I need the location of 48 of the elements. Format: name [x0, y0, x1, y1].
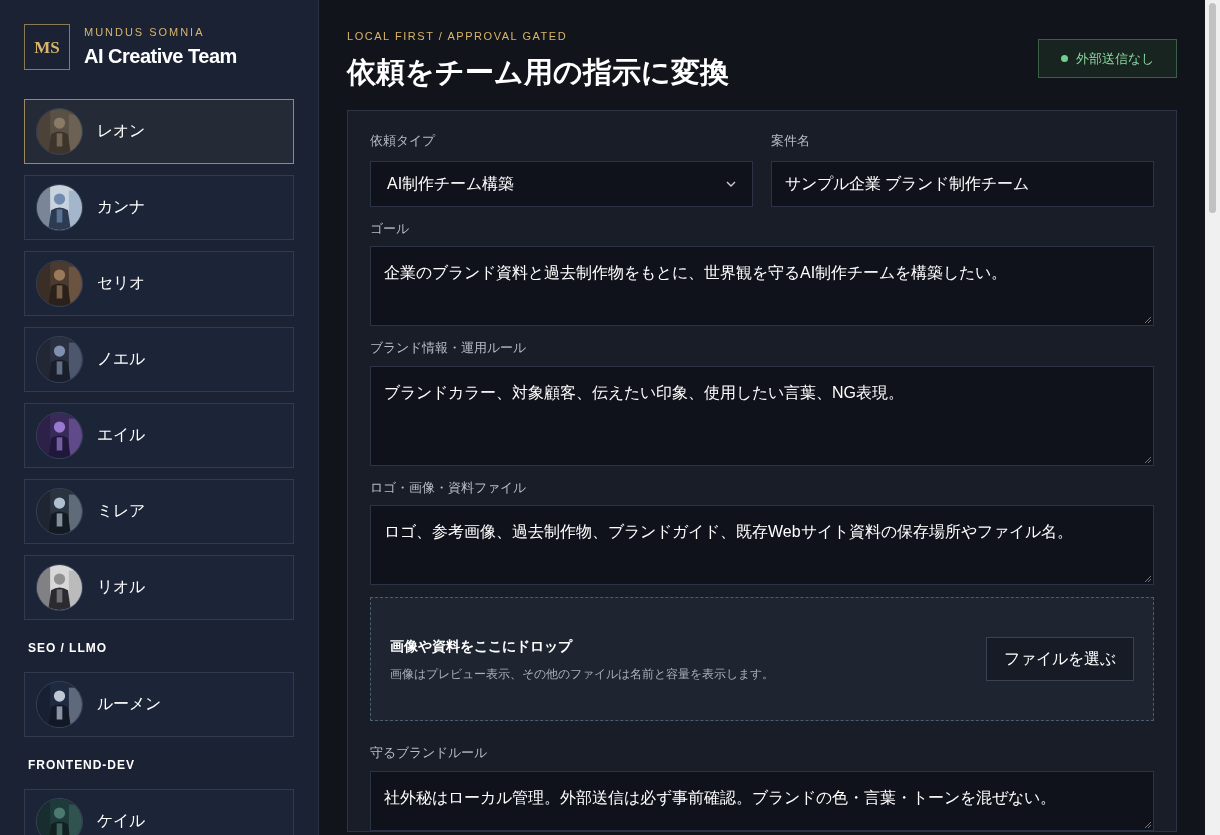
text-area[interactable]: 社外秘はローカル管理。外部送信は必ず事前確認。ブランドの色・言葉・トーンを混ぜない。: [370, 770, 1154, 831]
chevron-down-icon: [726, 180, 736, 187]
group-heading: SEO / LLMO: [27, 639, 108, 657]
member-item[interactable]: ルーメン: [24, 671, 294, 737]
resize-handle-icon[interactable]: [1144, 316, 1152, 324]
group-heading: FRONTEND-DEV: [27, 756, 136, 774]
member-item[interactable]: ノエル: [24, 326, 294, 392]
drop-hint: 画像はプレビュー表示、その他のファイルは名前と容量を表示します。: [390, 665, 774, 683]
text-area[interactable]: 企業のブランド資料と過去制作物をもとに、世界観を守るAI制作チームを構築したい。: [370, 246, 1154, 326]
page-eyebrow: LOCAL FIRST / APPROVAL GATED: [347, 29, 569, 44]
field-label: ロゴ・画像・資料ファイル: [370, 478, 527, 497]
member-item[interactable]: セリオ: [24, 250, 294, 316]
field-label: 守るブランドルール: [370, 744, 488, 762]
member-item[interactable]: カンナ: [24, 174, 294, 240]
brand-eyebrow: MUNDUS SOMNIA: [84, 25, 206, 40]
field-label: ゴール: [370, 219, 410, 238]
scrollbar[interactable]: [1205, 0, 1220, 835]
member-name: カンナ: [97, 197, 145, 217]
field-label: ブランド情報・運用ルール: [370, 339, 527, 357]
member-name: ミレア: [97, 501, 145, 521]
input-field[interactable]: サンプル企業 ブランド制作チーム: [771, 160, 1154, 207]
resize-handle-icon[interactable]: [1144, 820, 1152, 829]
request-type-select[interactable]: AI制作チーム構築: [370, 160, 753, 207]
field-label: 依頼タイプ: [370, 132, 437, 150]
text-area[interactable]: ブランドカラー、対象顧客、伝えたい印象、使用したい言葉、NG表現。: [370, 365, 1154, 466]
drop-title: 画像や資料をここにドロップ: [390, 636, 574, 656]
brand-title: AI Creative Team: [84, 43, 237, 69]
member-name: ケイル: [97, 811, 145, 831]
member-name: レオン: [97, 121, 145, 141]
page-title: 依頼をチーム用の指示に変換: [347, 54, 729, 90]
member-item[interactable]: レオン: [24, 98, 294, 164]
logo: MS: [24, 24, 70, 71]
member-name: リオル: [97, 577, 145, 597]
status-badge: 外部送信なし: [1038, 39, 1177, 78]
member-name: ノエル: [97, 349, 145, 369]
drop-zone[interactable]: 画像や資料をここにドロップ 画像はプレビュー表示、その他のファイルは名前と容量を表示します。 ファイルを選ぶ: [370, 597, 1154, 721]
resize-handle-icon[interactable]: [1144, 575, 1152, 583]
member-name: エイル: [97, 425, 145, 445]
member-item[interactable]: ミレア: [24, 478, 294, 544]
member-item[interactable]: ケイル: [24, 788, 294, 835]
choose-file-button[interactable]: ファイルを選ぶ: [986, 637, 1134, 681]
member-name: セリオ: [97, 273, 145, 293]
field-label: 案件名: [771, 132, 811, 150]
resize-handle-icon[interactable]: [1144, 455, 1152, 464]
member-item[interactable]: リオル: [24, 554, 294, 620]
text-area[interactable]: ロゴ、参考画像、過去制作物、ブランドガイド、既存Webサイト資料の保存場所やファイル名。: [370, 505, 1154, 585]
member-name: ルーメン: [97, 694, 161, 714]
member-item[interactable]: エイル: [24, 402, 294, 468]
